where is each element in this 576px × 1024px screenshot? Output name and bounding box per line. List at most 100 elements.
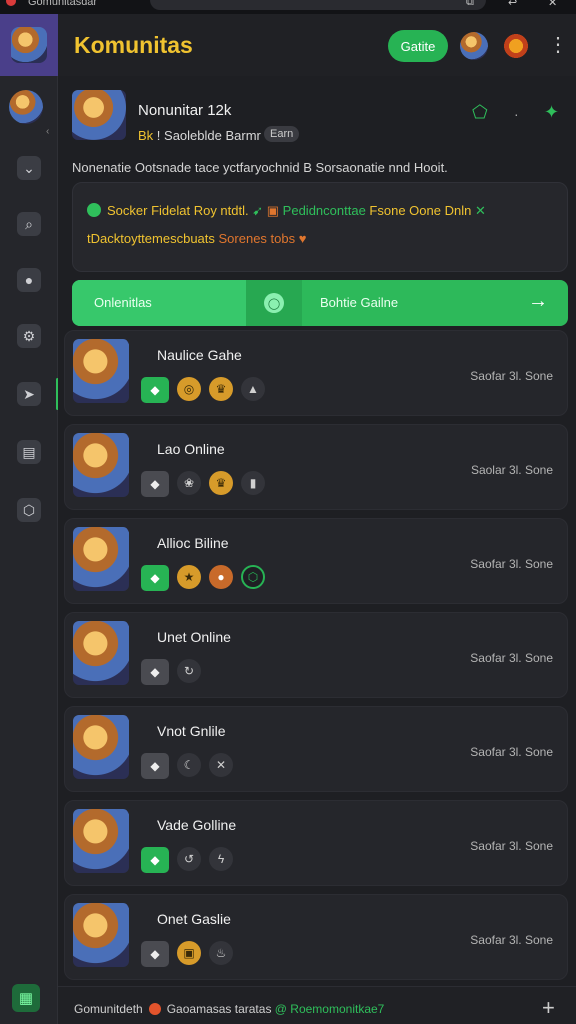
- member-card[interactable]: Lao Online ◆ ❀ ♛ ▮ Saolar 3l. Sone: [64, 424, 568, 510]
- chat-icon[interactable]: ◆: [141, 659, 169, 685]
- sidebar-item-home[interactable]: ⌄: [0, 146, 58, 190]
- send-icon: ➤: [17, 382, 41, 406]
- member-status: Saofar 3l. Sone: [470, 651, 553, 665]
- x-icon[interactable]: ✕: [475, 203, 486, 218]
- app-logo[interactable]: [0, 14, 58, 76]
- page-title: Komunitas: [74, 32, 193, 58]
- chat-icon[interactable]: ◆: [141, 377, 169, 403]
- heart-icon: ♥: [298, 231, 307, 246]
- member-icons: ◆ ↻: [141, 659, 201, 685]
- sidebar-item-search[interactable]: ⌕: [0, 202, 58, 246]
- crown-icon: ♛: [209, 377, 233, 401]
- collapse-chevron-icon[interactable]: ‹: [46, 126, 49, 137]
- link-icon[interactable]: ↩: [508, 0, 517, 9]
- main-content: Nonunitar 12k Bk ! Saoleblde Barmr Earn …: [58, 76, 576, 986]
- chat-icon[interactable]: ◆: [141, 471, 169, 497]
- pin-icon[interactable]: ✦: [544, 102, 559, 123]
- refresh-icon: ↻: [177, 659, 201, 683]
- close-icon[interactable]: ✕: [548, 0, 557, 9]
- dot-icon: ·: [514, 106, 519, 122]
- member-card[interactable]: Onet Gaslie ◆ ▣ ♨ Saofar 3l. Sone: [64, 894, 568, 980]
- sidebar-item-stats[interactable]: ▤: [0, 430, 58, 474]
- header-action-button[interactable]: Gatite: [388, 30, 448, 62]
- copy-icon[interactable]: ⧉: [466, 0, 474, 9]
- tag-icon[interactable]: ⬠: [472, 102, 488, 123]
- earn-chip[interactable]: Earn: [264, 126, 300, 142]
- sidebar-item-shield[interactable]: ⬡: [0, 488, 58, 532]
- badge-icon[interactable]: [502, 32, 530, 60]
- member-name: Allioc Biline: [157, 535, 229, 551]
- pouch-icon: ♨: [209, 941, 233, 965]
- member-card[interactable]: Allioc Biline ◆ ★ ● ⬡ Saofar 3l. Sone: [64, 518, 568, 604]
- toggle-handle[interactable]: ◯: [246, 280, 302, 326]
- member-name: Unet Online: [157, 629, 231, 645]
- add-icon[interactable]: +: [542, 995, 555, 1021]
- community-summary: Nonunitar 12k Bk ! Saoleblde Barmr Earn …: [72, 88, 568, 188]
- browser-tab-title[interactable]: Gomunitasdar: [28, 0, 97, 8]
- flag-icon: ➹: [252, 203, 267, 218]
- footer-bar: Gomunitdeth Gaoamasas taratas @ Roemomoni…: [58, 986, 576, 1024]
- member-name: Vade Golline: [157, 817, 237, 833]
- member-card[interactable]: Naulice Gahe ◆ ◎ ♛ ▲ Saofar 3l. Sone: [64, 330, 568, 416]
- member-avatar: [73, 809, 129, 873]
- member-status: Saofar 3l. Sone: [470, 745, 553, 759]
- chevron-icon: ⌄: [17, 156, 41, 180]
- info-item-e: Sorenes tobs: [218, 231, 296, 246]
- online-filter-bar[interactable]: Onlenitlas ◯ Bohtie Gailne →: [72, 280, 568, 326]
- app-avatar: [11, 27, 47, 63]
- footer-link-handle[interactable]: @ Roemomonitkae7: [275, 1002, 385, 1016]
- member-name: Vnot Gnlile: [157, 723, 226, 739]
- shield-icon: ⬡: [17, 498, 41, 522]
- community-info-panel: Socker Fidelat Roy ntdtl. ➹ ▣ Pedidncont…: [72, 182, 568, 272]
- bolt-icon: ϟ: [209, 847, 233, 871]
- member-avatar: [73, 527, 129, 591]
- user-avatar[interactable]: [9, 90, 43, 124]
- sidebar-item-profile[interactable]: ●: [0, 258, 58, 302]
- community-description: Nonenatie Ootsnade tace yctfaryochnid B …: [72, 160, 448, 175]
- header-avatar[interactable]: [460, 32, 488, 60]
- sidebar-item-settings[interactable]: ⚙: [0, 314, 58, 358]
- chat-icon[interactable]: ◆: [141, 565, 169, 591]
- footer-link-status[interactable]: Gaoamasas taratas: [167, 1002, 272, 1016]
- info-item-b: Pedidnconttae: [282, 203, 366, 218]
- browser-url-bar[interactable]: [150, 0, 486, 10]
- community-thumbnail: [72, 90, 126, 140]
- member-name: Onet Gaslie: [157, 911, 231, 927]
- chat-icon[interactable]: ◆: [141, 847, 169, 873]
- moon-icon: ☾: [177, 753, 201, 777]
- chart-icon: ▤: [17, 440, 41, 464]
- chat-icon[interactable]: ◆: [141, 753, 169, 779]
- info-item-c: Fsone Oone Dnln: [369, 203, 472, 218]
- info-item-d: tDacktoyttemescbuats: [87, 231, 215, 246]
- gift-icon: ▲: [241, 377, 265, 401]
- more-options-icon[interactable]: ⋮: [548, 32, 568, 57]
- member-icons: ◆ ★ ● ⬡: [141, 565, 265, 591]
- online-tab-label: Onlenitlas: [94, 295, 152, 310]
- community-meta: Bk ! Saoleblde Barmr: [138, 128, 261, 143]
- member-icons: ◆ ▣ ♨: [141, 941, 233, 967]
- member-card[interactable]: Unet Online ◆ ↻ Saofar 3l. Sone: [64, 612, 568, 698]
- gear-icon: ⚙: [17, 324, 41, 348]
- member-icons: ◆ ❀ ♛ ▮: [141, 471, 265, 497]
- member-card[interactable]: Vnot Gnlile ◆ ☾ ✕ Saofar 3l. Sone: [64, 706, 568, 792]
- member-name: Naulice Gahe: [157, 347, 242, 363]
- status-dot-icon: [148, 1003, 161, 1015]
- star-icon: ★: [177, 565, 201, 589]
- member-status: Saofar 3l. Sone: [470, 933, 553, 947]
- trophy-icon: ▣: [266, 203, 283, 218]
- member-card[interactable]: Vade Golline ◆ ↺ ϟ Saofar 3l. Sone: [64, 800, 568, 886]
- chat-icon[interactable]: ◆: [141, 941, 169, 967]
- community-name: Nonunitar 12k: [138, 102, 232, 119]
- arrow-right-icon[interactable]: →: [528, 290, 548, 313]
- info-row-1: Socker Fidelat Roy ntdtl. ➹ ▣ Pedidncont…: [87, 203, 486, 219]
- fire-icon: ●: [209, 565, 233, 589]
- info-row-2: tDacktoyttemescbuats Sorenes tobs ♥: [87, 231, 306, 246]
- map-icon[interactable]: ▦: [12, 984, 40, 1012]
- member-avatar: [73, 433, 129, 497]
- circle-icon: ◯: [264, 293, 284, 313]
- member-icons: ◆ ◎ ♛ ▲: [141, 377, 265, 403]
- user-icon: ●: [17, 268, 41, 292]
- sidebar-item-community[interactable]: ➤: [0, 372, 59, 416]
- footer-link-community[interactable]: Gomunitdeth: [74, 1002, 143, 1016]
- member-status: Saolar 3l. Sone: [470, 463, 553, 477]
